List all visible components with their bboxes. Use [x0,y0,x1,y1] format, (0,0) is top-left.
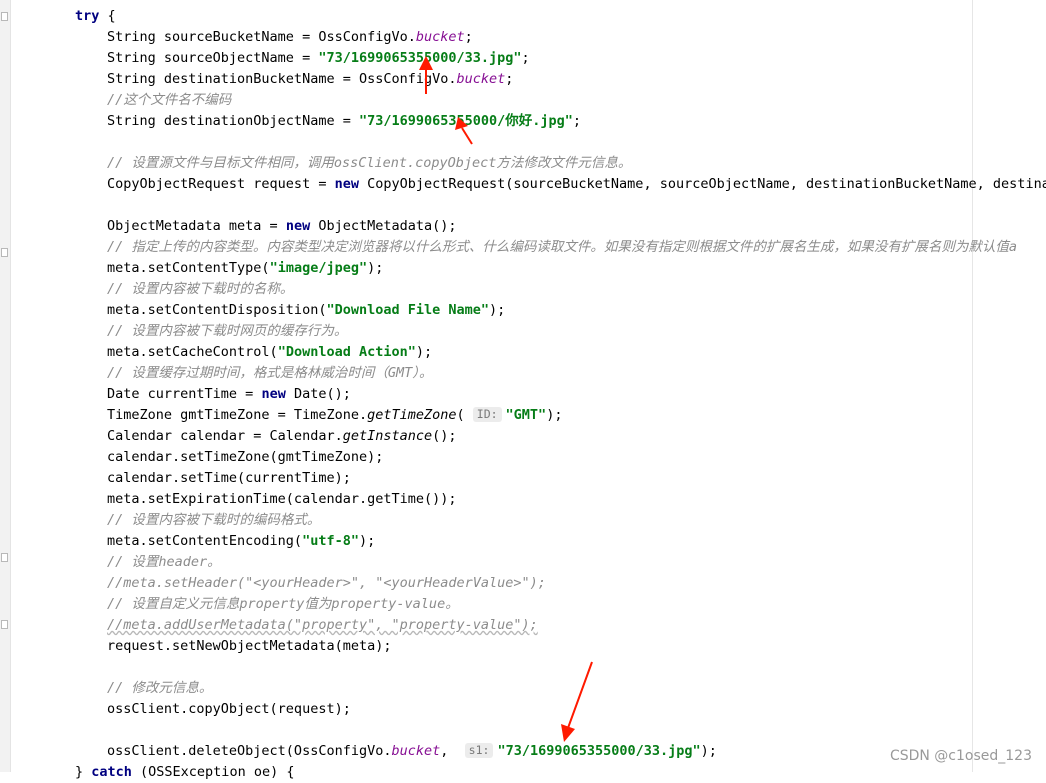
annotation-arrows [419,56,593,742]
arrow-annotation-1 [419,56,433,94]
arrow-annotation-2 [455,117,473,145]
arrow-annotation-3 [561,661,593,742]
watermark: CSDN @c1osed_123 [889,748,1032,764]
